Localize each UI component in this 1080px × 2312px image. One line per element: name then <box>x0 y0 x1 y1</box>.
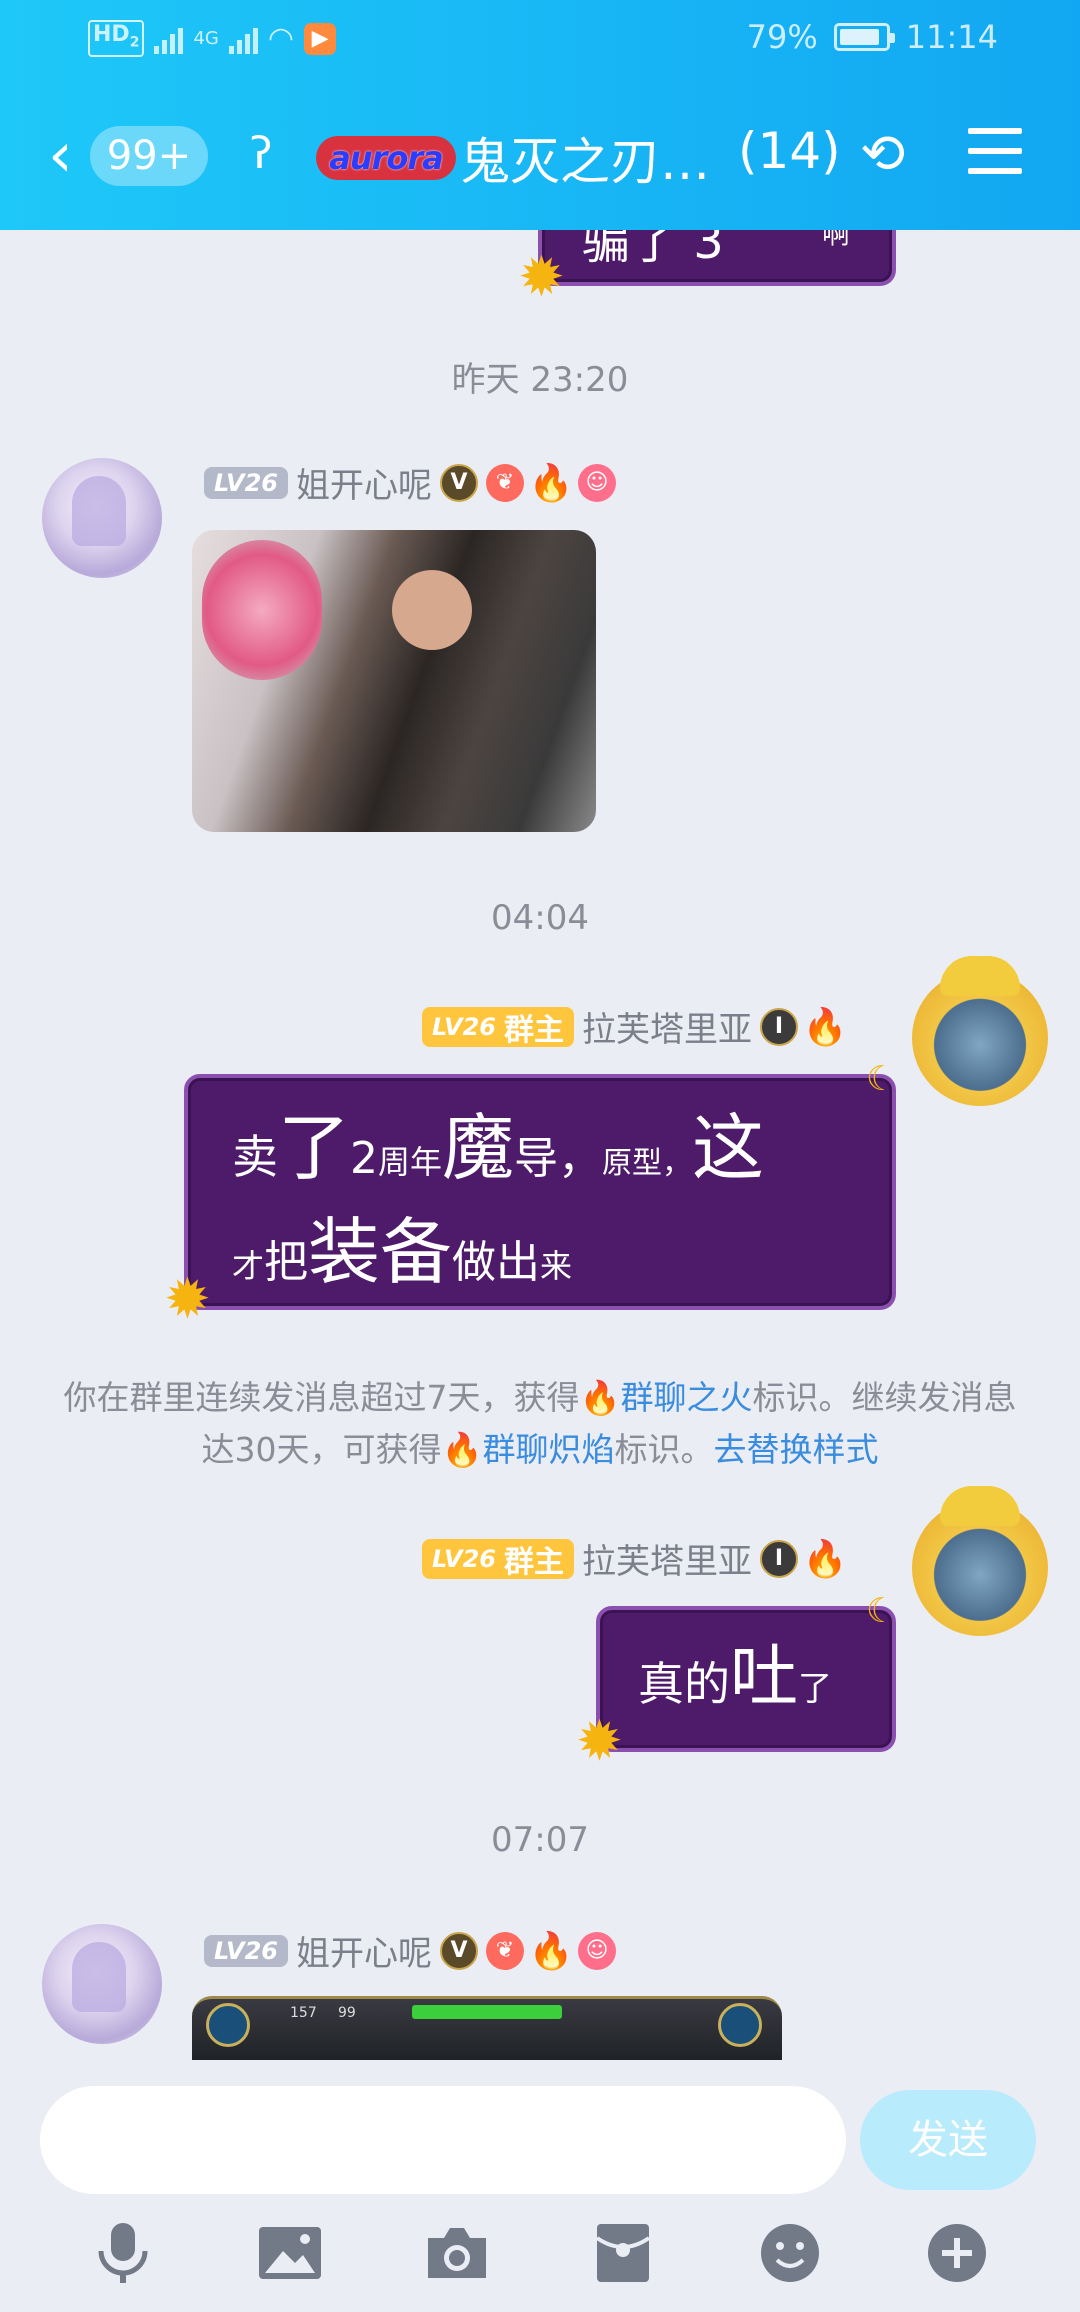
input-bar: 发送 <box>0 2060 1080 2312</box>
group-title[interactable]: 鬼灭之刃… <box>460 122 710 194</box>
network-type: 4G <box>193 28 219 50</box>
sun-decoration-icon: ✹ <box>164 1267 211 1332</box>
blaze-badge-link[interactable]: 群聊炽焰 <box>483 1430 615 1469</box>
sender-meta: LV26 群主 拉芙塔里亚 I 🔥 <box>422 1002 848 1051</box>
avatar[interactable] <box>912 956 1048 1106</box>
sender-name[interactable]: 姐开心呢 <box>296 458 432 507</box>
hamburger-menu-icon[interactable] <box>968 128 1022 174</box>
fire-icon: 🔥 <box>528 462 574 504</box>
skill-icon <box>206 2003 250 2047</box>
microphone-icon[interactable] <box>88 2218 158 2288</box>
fire-icon: 🔥 <box>802 1006 848 1048</box>
sender-name[interactable]: 姐开心呢 <box>296 1926 432 1975</box>
message-text: 卖了2周年魔导，原型，这 才把装备做出来 <box>232 1106 765 1294</box>
smile-icon: ☺ <box>577 1931 616 1970</box>
status-bar: HD2 4G ◠ ▶ 79% 11:14 <box>0 14 1080 70</box>
message-text: 真的吐了 <box>638 1638 833 1717</box>
avatar[interactable] <box>42 1924 162 2044</box>
sun-decoration-icon: ✹ <box>576 1709 623 1774</box>
aurora-logo: aurora <box>316 136 456 180</box>
owner-level-badge: LV26 群主 <box>422 1538 574 1580</box>
moon-decoration-icon: ☾ <box>866 1591 897 1631</box>
hd-icon: HD2 <box>88 20 145 58</box>
health-bar <box>412 2005 562 2019</box>
fire-icon: 🔥 <box>528 1930 574 1972</box>
smile-icon: ☺ <box>577 463 616 502</box>
message-bubble[interactable]: 卖了2周年魔导，原型，这 才把装备做出来 <box>184 1074 896 1310</box>
toolbar <box>0 2218 1080 2298</box>
plus-icon[interactable] <box>922 2218 992 2288</box>
send-button[interactable]: 发送 <box>860 2090 1036 2190</box>
emoji-icon[interactable] <box>755 2218 825 2288</box>
app-notification-icon: ▶ <box>304 22 337 55</box>
sender-meta: LV26 姐开心呢 V ❦ 🔥 ☺ <box>204 1926 616 1975</box>
chat-header: ‹ 99+ ʔ aurora 鬼灭之刃… (14) ⟲ <box>0 118 1080 194</box>
timestamp: 昨天 23:20 <box>451 360 629 400</box>
battery-icon <box>833 23 895 51</box>
camera-icon[interactable] <box>422 2218 492 2288</box>
rank-badge-icon: I <box>759 1007 798 1046</box>
system-notice: 你在群里连续发消息超过7天，获得🔥群聊之火标识。继续发消息达30天，可获得🔥群聊… <box>63 1378 1017 1469</box>
level-badge: LV26 <box>204 1934 288 1967</box>
timestamp: 07:07 <box>491 1820 589 1860</box>
message-list[interactable]: 骗了 3 啊 ✹ 昨天 23:20 LV26 姐开心呢 V ❦ 🔥 ☺ 04:0… <box>0 230 1080 2060</box>
rank-badge-icon: I <box>759 1539 798 1578</box>
wifi-icon: ◠ <box>267 21 295 57</box>
v-badge-icon: V <box>439 463 478 502</box>
message-input[interactable] <box>40 2086 846 2194</box>
owner-level-badge: LV26 群主 <box>422 1006 574 1048</box>
sender-meta: LV26 群主 拉芙塔里亚 I 🔥 <box>422 1534 848 1583</box>
signal-icon-1 <box>154 24 184 54</box>
v-badge-icon: V <box>439 1931 478 1970</box>
ear-icon[interactable]: ʔ <box>250 128 272 179</box>
avatar[interactable] <box>42 458 162 578</box>
fire-icon: 🔥 <box>579 1378 621 1417</box>
sender-name[interactable]: 拉芙塔里亚 <box>582 1002 752 1051</box>
fire-icon: 🔥 <box>802 1538 848 1580</box>
wings-icon: ❦ <box>485 463 524 502</box>
avatar[interactable] <box>912 1486 1048 1636</box>
sender-meta: LV26 姐开心呢 V ❦ 🔥 ☺ <box>204 458 616 507</box>
battery-percent: 79% <box>746 18 818 56</box>
wings-icon: ❦ <box>485 1931 524 1970</box>
flame-badge-link[interactable]: 群聊之火 <box>621 1378 753 1417</box>
signal-icon-2 <box>228 24 258 54</box>
chevron-left-icon[interactable]: ‹ <box>48 124 73 186</box>
message-bubble[interactable]: 真的吐了 <box>596 1606 896 1752</box>
change-style-link[interactable]: 去替换样式 <box>714 1430 879 1469</box>
level-badge: LV26 <box>204 466 288 499</box>
timestamp: 04:04 <box>491 898 589 938</box>
moon-decoration-icon: ☾ <box>866 1059 897 1099</box>
skill-icon <box>718 2003 762 2047</box>
clock: 11:14 <box>905 18 998 56</box>
message-bubble-partial[interactable]: 骗了 3 啊 <box>538 230 896 286</box>
unread-count-badge[interactable]: 99+ <box>90 126 208 186</box>
group-settings-icon[interactable]: ⟲ <box>860 122 905 185</box>
fire-icon: 🔥 <box>441 1430 483 1469</box>
top-bar: HD2 4G ◠ ▶ 79% 11:14 ‹ 99+ ʔ aurora 鬼灭之刃… <box>0 0 1080 230</box>
member-count[interactable]: (14) <box>738 122 841 180</box>
sender-name[interactable]: 拉芙塔里亚 <box>582 1534 752 1583</box>
image-message[interactable] <box>192 530 596 832</box>
red-packet-icon[interactable] <box>588 2218 658 2288</box>
sun-decoration-icon: ✹ <box>518 245 565 310</box>
image-icon[interactable] <box>255 2218 325 2288</box>
image-message[interactable]: 157 99 <box>192 1996 782 2060</box>
